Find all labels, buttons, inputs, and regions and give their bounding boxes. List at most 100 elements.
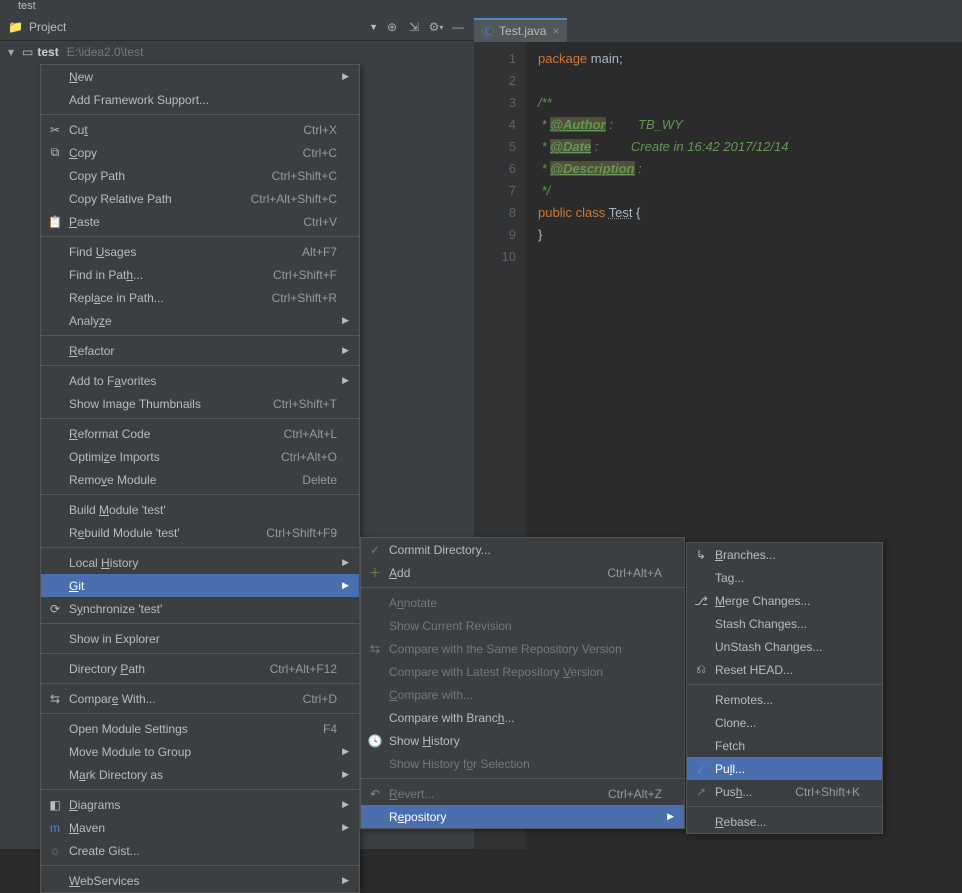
menu-item-shortcut: F4 [323,722,337,736]
git-submenu-item[interactable]: Compare with Branch... [361,706,684,729]
menu-separator [41,789,359,790]
context-menu-item[interactable]: WebServices▶ [41,869,359,892]
repository-submenu[interactable]: ↳Branches...Tag...⎇Merge Changes... Stash… [686,542,883,834]
submenu-arrow-icon: ▶ [337,315,349,326]
context-menu-item[interactable]: ⟳Synchronize 'test' [41,597,359,620]
git-submenu-item[interactable]: ＋AddCtrl+Alt+A [361,561,684,584]
menu-item-label: Find Usages [69,245,302,259]
code-line[interactable]: * @Date : Create in 16:42 2017/12/14 [538,136,962,158]
code-line[interactable] [538,246,962,268]
context-menu-item[interactable]: Show Image ThumbnailsCtrl+Shift+T [41,392,359,415]
submenu-arrow-icon: ▶ [337,769,349,780]
editor-tabbar[interactable]: Ⓒ Test.java × [474,14,962,42]
code-line[interactable]: public class Test { [538,202,962,224]
java-class-icon: Ⓒ [482,23,494,40]
menu-icon: ◧ [47,797,63,813]
expand-arrow-icon[interactable]: ▾ [8,45,22,59]
menu-icon: ⎇ [693,593,709,609]
menu-item-shortcut: Ctrl+D [303,692,337,706]
project-header[interactable]: 📁 Project ▼ ⊕ ⇲ ⚙▾ — [0,14,474,41]
menu-separator [41,713,359,714]
context-menu-item[interactable]: Reformat CodeCtrl+Alt+L [41,422,359,445]
collapse-all-icon[interactable]: ⇲ [406,19,422,35]
menu-item-label: UnStash Changes... [715,640,860,654]
repo-submenu-item[interactable]: Clone... [687,711,882,734]
context-menu-item[interactable]: Build Module 'test' [41,498,359,521]
code-line[interactable]: package main; [538,48,962,70]
repo-submenu-item[interactable]: Remotes... [687,688,882,711]
context-menu-item[interactable]: Copy Relative PathCtrl+Alt+Shift+C [41,187,359,210]
project-root-row[interactable]: ▾ ▭ test E:\idea2.0\test [0,42,474,62]
chevron-down-icon[interactable]: ▼ [369,22,378,32]
menu-item-shortcut: Ctrl+V [303,215,337,229]
git-submenu[interactable]: ✓Commit Directory...＋AddCtrl+Alt+AAnnota… [360,537,685,829]
repo-submenu-item[interactable]: Fetch [687,734,882,757]
menu-separator [687,684,882,685]
git-submenu-item: Compare with Latest Repository Version [361,660,684,683]
context-menu-item[interactable]: ⇆Compare With...Ctrl+D [41,687,359,710]
context-menu-item[interactable]: Analyze▶ [41,309,359,332]
context-menu-item[interactable]: Mark Directory as▶ [41,763,359,786]
menu-item-label: Stash Changes... [715,617,860,631]
context-menu-item[interactable]: Git▶ [41,574,359,597]
context-menu-item[interactable]: ◌Create Gist... [41,839,359,862]
context-menu-item[interactable]: 📋PasteCtrl+V [41,210,359,233]
context-menu-item[interactable]: Refactor▶ [41,339,359,362]
context-menu-item[interactable]: Find in Path...Ctrl+Shift+F [41,263,359,286]
menu-item-shortcut: Ctrl+Shift+F [273,268,337,282]
menu-item-label: Copy Path [69,169,272,183]
close-icon[interactable]: × [552,24,559,38]
repo-submenu-item[interactable]: ⎇Merge Changes... [687,589,882,612]
context-menu-item[interactable]: Find UsagesAlt+F7 [41,240,359,263]
code-line[interactable]: * @Description : [538,158,962,180]
menu-item-shortcut: Delete [302,473,337,487]
git-submenu-item[interactable]: 🕓Show History [361,729,684,752]
context-menu-item[interactable]: Add Framework Support... [41,88,359,111]
context-menu-item[interactable]: ⧉CopyCtrl+C [41,141,359,164]
context-menu-item[interactable]: Directory PathCtrl+Alt+F12 [41,657,359,680]
context-menu-item[interactable]: Move Module to Group▶ [41,740,359,763]
project-tree[interactable]: ▾ ▭ test E:\idea2.0\test [0,42,474,62]
menu-separator [361,587,684,588]
hide-icon[interactable]: — [450,19,466,35]
context-menu-item[interactable]: Replace in Path...Ctrl+Shift+R [41,286,359,309]
editor-tab-test-java[interactable]: Ⓒ Test.java × [474,18,567,42]
git-submenu-item[interactable]: Repository▶ [361,805,684,828]
repo-submenu-item[interactable]: Rebase... [687,810,882,833]
context-menu-item[interactable]: Remove ModuleDelete [41,468,359,491]
git-submenu-item[interactable]: ✓Commit Directory... [361,538,684,561]
context-menu[interactable]: New▶Add Framework Support... ✂CutCtrl+X⧉C… [40,64,360,893]
repo-submenu-item[interactable]: ↙Pull... [687,757,882,780]
context-menu-item[interactable]: New▶ [41,65,359,88]
menu-item-shortcut: Ctrl+Shift+T [273,397,337,411]
code-line[interactable]: * @Author : TB_WY [538,114,962,136]
code-line[interactable]: } [538,224,962,246]
code-line[interactable] [538,70,962,92]
menu-item-label: Show Image Thumbnails [69,397,273,411]
menu-separator [41,236,359,237]
code-line[interactable]: /** [538,92,962,114]
repo-submenu-item[interactable]: ⎌Reset HEAD... [687,658,882,681]
gear-icon[interactable]: ⚙▾ [428,19,444,35]
repo-submenu-item[interactable]: ↳Branches... [687,543,882,566]
context-menu-item[interactable]: Open Module SettingsF4 [41,717,359,740]
context-menu-item[interactable]: ✂CutCtrl+X [41,118,359,141]
context-menu-item[interactable]: ◧Diagrams▶ [41,793,359,816]
context-menu-item[interactable]: Local History▶ [41,551,359,574]
git-submenu-item: ⇆Compare with the Same Repository Versio… [361,637,684,660]
repo-submenu-item[interactable]: Tag... [687,566,882,589]
repo-submenu-item[interactable]: ↗Push...Ctrl+Shift+K [687,780,882,803]
repo-submenu-item[interactable]: UnStash Changes... [687,635,882,658]
context-menu-item[interactable]: Show in Explorer [41,627,359,650]
context-menu-item[interactable]: Add to Favorites▶ [41,369,359,392]
window-title: test [18,0,36,12]
locate-icon[interactable]: ⊕ [384,19,400,35]
context-menu-item[interactable]: Rebuild Module 'test'Ctrl+Shift+F9 [41,521,359,544]
repo-submenu-item[interactable]: Stash Changes... [687,612,882,635]
menu-item-shortcut: Ctrl+Shift+K [795,785,860,799]
project-root-name: test [37,45,58,59]
context-menu-item[interactable]: Copy PathCtrl+Shift+C [41,164,359,187]
context-menu-item[interactable]: mMaven▶ [41,816,359,839]
code-line[interactable]: */ [538,180,962,202]
context-menu-item[interactable]: Optimize ImportsCtrl+Alt+O [41,445,359,468]
